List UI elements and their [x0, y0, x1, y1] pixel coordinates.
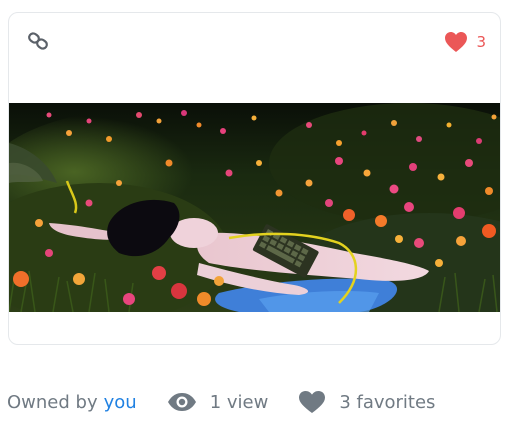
asset-card: 3	[8, 12, 501, 345]
favorite-count: 3	[476, 32, 486, 51]
chain-link-icon[interactable]	[27, 31, 49, 51]
asset-image[interactable]	[9, 103, 500, 312]
heart-icon	[299, 391, 326, 413]
heart-filled-icon[interactable]	[444, 31, 468, 53]
favorites-count[interactable]: 3 favorites	[298, 390, 435, 414]
eye-icon	[167, 393, 196, 411]
views-count: 1 view	[167, 391, 269, 413]
favorite-button[interactable]: 3	[444, 30, 486, 54]
owner-link[interactable]: you	[104, 392, 137, 413]
card-header: 3	[9, 13, 500, 71]
owner-info: Owned by you	[7, 392, 137, 413]
views-text: 1 view	[209, 391, 269, 413]
owned-by-label: Owned by	[7, 391, 98, 413]
asset-meta: Owned by you 1 view 3 favorites	[7, 388, 435, 416]
asset-artwork	[9, 103, 500, 312]
favorites-text: 3 favorites	[339, 391, 436, 413]
